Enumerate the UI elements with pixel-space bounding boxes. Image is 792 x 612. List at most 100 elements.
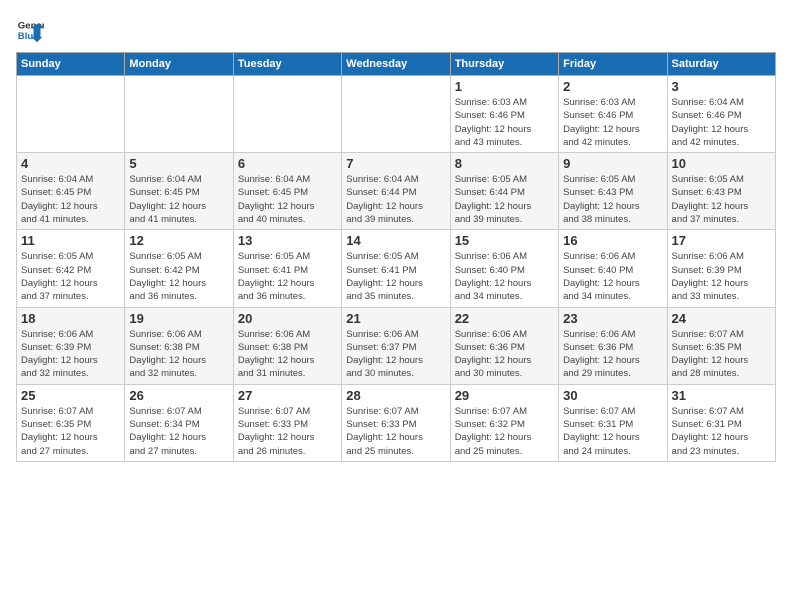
day-detail: Sunrise: 6:06 AM Sunset: 6:38 PM Dayligh… bbox=[238, 328, 337, 381]
calendar-cell: 14 Sunrise: 6:05 AM Sunset: 6:41 PM Dayli… bbox=[342, 230, 450, 307]
calendar-cell: 18 Sunrise: 6:06 AM Sunset: 6:39 PM Dayli… bbox=[17, 307, 125, 384]
day-detail: Sunrise: 6:06 AM Sunset: 6:36 PM Dayligh… bbox=[455, 328, 554, 381]
day-number: 2 bbox=[563, 79, 662, 94]
day-detail: Sunrise: 6:04 AM Sunset: 6:44 PM Dayligh… bbox=[346, 173, 445, 226]
day-number: 21 bbox=[346, 311, 445, 326]
day-detail: Sunrise: 6:07 AM Sunset: 6:33 PM Dayligh… bbox=[346, 405, 445, 458]
day-detail: Sunrise: 6:05 AM Sunset: 6:42 PM Dayligh… bbox=[21, 250, 120, 303]
day-detail: Sunrise: 6:07 AM Sunset: 6:32 PM Dayligh… bbox=[455, 405, 554, 458]
day-number: 3 bbox=[672, 79, 771, 94]
calendar-cell: 13Sunrise: 6:05 AM Sunset: 6:41 PM Dayli… bbox=[233, 230, 341, 307]
calendar-cell: 17 Sunrise: 6:06 AM Sunset: 6:39 PM Dayli… bbox=[667, 230, 775, 307]
calendar-week-row: 11 Sunrise: 6:05 AM Sunset: 6:42 PM Dayli… bbox=[17, 230, 776, 307]
weekday-header-row: SundayMondayTuesdayWednesdayThursdayFrid… bbox=[17, 53, 776, 76]
day-number: 10 bbox=[672, 156, 771, 171]
weekday-header-thursday: Thursday bbox=[450, 53, 558, 76]
weekday-header-tuesday: Tuesday bbox=[233, 53, 341, 76]
day-detail: Sunrise: 6:05 AM Sunset: 6:43 PM Dayligh… bbox=[563, 173, 662, 226]
calendar-week-row: 1 Sunrise: 6:03 AM Sunset: 6:46 PM Daylig… bbox=[17, 76, 776, 153]
calendar-cell: 1 Sunrise: 6:03 AM Sunset: 6:46 PM Daylig… bbox=[450, 76, 558, 153]
day-detail: Sunrise: 6:05 AM Sunset: 6:41 PM Dayligh… bbox=[346, 250, 445, 303]
calendar-week-row: 4 Sunrise: 6:04 AM Sunset: 6:45 PM Daylig… bbox=[17, 153, 776, 230]
calendar-cell: 3 Sunrise: 6:04 AM Sunset: 6:46 PM Daylig… bbox=[667, 76, 775, 153]
calendar-cell bbox=[125, 76, 233, 153]
weekday-header-monday: Monday bbox=[125, 53, 233, 76]
calendar-cell: 10 Sunrise: 6:05 AM Sunset: 6:43 PM Dayli… bbox=[667, 153, 775, 230]
day-detail: Sunrise: 6:04 AM Sunset: 6:45 PM Dayligh… bbox=[21, 173, 120, 226]
weekday-header-friday: Friday bbox=[559, 53, 667, 76]
day-number: 26 bbox=[129, 388, 228, 403]
calendar-cell: 5 Sunrise: 6:04 AM Sunset: 6:45 PM Daylig… bbox=[125, 153, 233, 230]
day-number: 5 bbox=[129, 156, 228, 171]
calendar-cell: 16 Sunrise: 6:06 AM Sunset: 6:40 PM Dayli… bbox=[559, 230, 667, 307]
day-number: 6 bbox=[238, 156, 337, 171]
calendar-cell: 24Sunrise: 6:07 AM Sunset: 6:35 PM Dayli… bbox=[667, 307, 775, 384]
calendar-header: SundayMondayTuesdayWednesdayThursdayFrid… bbox=[17, 53, 776, 76]
day-number: 31 bbox=[672, 388, 771, 403]
logo-icon: General Blue bbox=[16, 16, 44, 44]
calendar-table: SundayMondayTuesdayWednesdayThursdayFrid… bbox=[16, 52, 776, 462]
day-detail: Sunrise: 6:07 AM Sunset: 6:33 PM Dayligh… bbox=[238, 405, 337, 458]
day-number: 12 bbox=[129, 233, 228, 248]
calendar-cell: 11 Sunrise: 6:05 AM Sunset: 6:42 PM Dayli… bbox=[17, 230, 125, 307]
day-detail: Sunrise: 6:06 AM Sunset: 6:38 PM Dayligh… bbox=[129, 328, 228, 381]
calendar-cell: 8 Sunrise: 6:05 AM Sunset: 6:44 PM Daylig… bbox=[450, 153, 558, 230]
day-number: 29 bbox=[455, 388, 554, 403]
calendar-cell: 29 Sunrise: 6:07 AM Sunset: 6:32 PM Dayli… bbox=[450, 384, 558, 461]
calendar-cell bbox=[342, 76, 450, 153]
day-number: 18 bbox=[21, 311, 120, 326]
day-number: 24 bbox=[672, 311, 771, 326]
day-detail: Sunrise: 6:05 AM Sunset: 6:44 PM Dayligh… bbox=[455, 173, 554, 226]
weekday-header-sunday: Sunday bbox=[17, 53, 125, 76]
day-detail: Sunrise: 6:04 AM Sunset: 6:45 PM Dayligh… bbox=[238, 173, 337, 226]
day-number: 11 bbox=[21, 233, 120, 248]
day-number: 14 bbox=[346, 233, 445, 248]
weekday-header-saturday: Saturday bbox=[667, 53, 775, 76]
day-detail: Sunrise: 6:06 AM Sunset: 6:40 PM Dayligh… bbox=[563, 250, 662, 303]
calendar-cell bbox=[233, 76, 341, 153]
day-number: 13 bbox=[238, 233, 337, 248]
day-number: 20 bbox=[238, 311, 337, 326]
day-number: 25 bbox=[21, 388, 120, 403]
calendar-cell: 2 Sunrise: 6:03 AM Sunset: 6:46 PM Daylig… bbox=[559, 76, 667, 153]
day-number: 4 bbox=[21, 156, 120, 171]
day-detail: Sunrise: 6:06 AM Sunset: 6:40 PM Dayligh… bbox=[455, 250, 554, 303]
day-number: 17 bbox=[672, 233, 771, 248]
day-detail: Sunrise: 6:06 AM Sunset: 6:37 PM Dayligh… bbox=[346, 328, 445, 381]
calendar-cell: 25 Sunrise: 6:07 AM Sunset: 6:35 PM Dayli… bbox=[17, 384, 125, 461]
day-detail: Sunrise: 6:07 AM Sunset: 6:35 PM Dayligh… bbox=[21, 405, 120, 458]
day-detail: Sunrise: 6:07 AM Sunset: 6:31 PM Dayligh… bbox=[563, 405, 662, 458]
day-detail: Sunrise: 6:04 AM Sunset: 6:46 PM Dayligh… bbox=[672, 96, 771, 149]
day-number: 19 bbox=[129, 311, 228, 326]
calendar-cell: 15Sunrise: 6:06 AM Sunset: 6:40 PM Dayli… bbox=[450, 230, 558, 307]
calendar-week-row: 25 Sunrise: 6:07 AM Sunset: 6:35 PM Dayli… bbox=[17, 384, 776, 461]
calendar-body: 1 Sunrise: 6:03 AM Sunset: 6:46 PM Daylig… bbox=[17, 76, 776, 462]
day-number: 28 bbox=[346, 388, 445, 403]
calendar-cell: 12Sunrise: 6:05 AM Sunset: 6:42 PM Dayli… bbox=[125, 230, 233, 307]
calendar-cell: 9Sunrise: 6:05 AM Sunset: 6:43 PM Daylig… bbox=[559, 153, 667, 230]
calendar-cell: 30Sunrise: 6:07 AM Sunset: 6:31 PM Dayli… bbox=[559, 384, 667, 461]
logo: General Blue bbox=[16, 16, 44, 44]
day-detail: Sunrise: 6:03 AM Sunset: 6:46 PM Dayligh… bbox=[455, 96, 554, 149]
calendar-cell: 28 Sunrise: 6:07 AM Sunset: 6:33 PM Dayli… bbox=[342, 384, 450, 461]
day-detail: Sunrise: 6:05 AM Sunset: 6:43 PM Dayligh… bbox=[672, 173, 771, 226]
day-detail: Sunrise: 6:07 AM Sunset: 6:34 PM Dayligh… bbox=[129, 405, 228, 458]
day-detail: Sunrise: 6:06 AM Sunset: 6:39 PM Dayligh… bbox=[672, 250, 771, 303]
day-detail: Sunrise: 6:04 AM Sunset: 6:45 PM Dayligh… bbox=[129, 173, 228, 226]
day-number: 8 bbox=[455, 156, 554, 171]
calendar-cell: 23 Sunrise: 6:06 AM Sunset: 6:36 PM Dayli… bbox=[559, 307, 667, 384]
day-number: 16 bbox=[563, 233, 662, 248]
day-number: 22 bbox=[455, 311, 554, 326]
page-header: General Blue bbox=[16, 16, 776, 44]
calendar-cell: 20 Sunrise: 6:06 AM Sunset: 6:38 PM Dayli… bbox=[233, 307, 341, 384]
day-number: 23 bbox=[563, 311, 662, 326]
calendar-week-row: 18 Sunrise: 6:06 AM Sunset: 6:39 PM Dayli… bbox=[17, 307, 776, 384]
calendar-cell: 21 Sunrise: 6:06 AM Sunset: 6:37 PM Dayli… bbox=[342, 307, 450, 384]
day-detail: Sunrise: 6:06 AM Sunset: 6:39 PM Dayligh… bbox=[21, 328, 120, 381]
calendar-cell: 27Sunrise: 6:07 AM Sunset: 6:33 PM Dayli… bbox=[233, 384, 341, 461]
day-detail: Sunrise: 6:06 AM Sunset: 6:36 PM Dayligh… bbox=[563, 328, 662, 381]
calendar-cell: 31Sunrise: 6:07 AM Sunset: 6:31 PM Dayli… bbox=[667, 384, 775, 461]
calendar-cell: 6 Sunrise: 6:04 AM Sunset: 6:45 PM Daylig… bbox=[233, 153, 341, 230]
day-number: 1 bbox=[455, 79, 554, 94]
day-detail: Sunrise: 6:03 AM Sunset: 6:46 PM Dayligh… bbox=[563, 96, 662, 149]
